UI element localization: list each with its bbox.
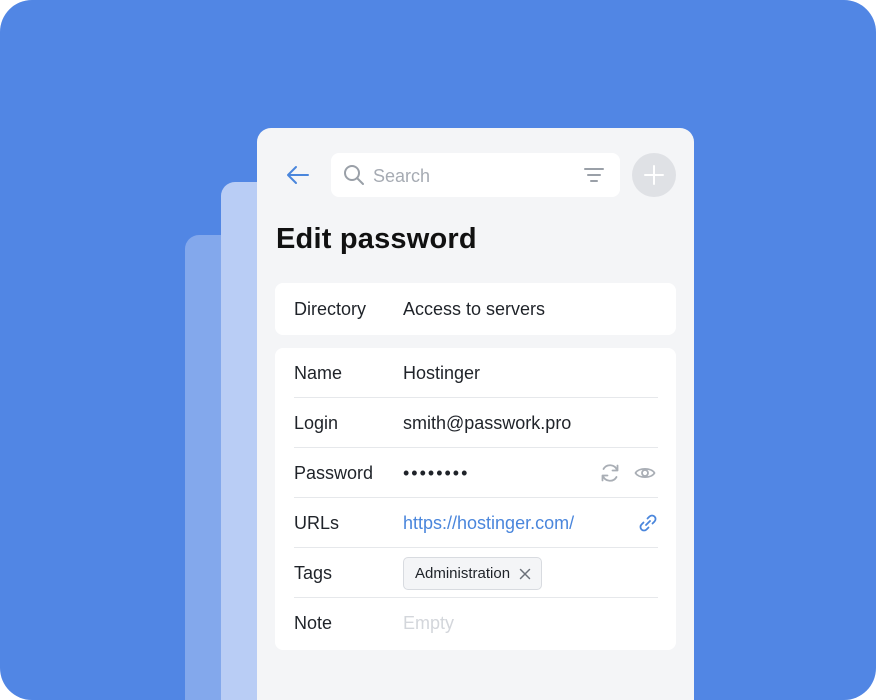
- urls-label: URLs: [294, 513, 340, 533]
- arrow-left-icon: [287, 166, 309, 184]
- directory-box: Directory Access to servers: [275, 283, 676, 335]
- login-field[interactable]: smith@passwork.pro: [403, 398, 571, 448]
- refresh-icon[interactable]: [599, 462, 621, 484]
- url-link[interactable]: https://hostinger.com/: [403, 498, 574, 548]
- tags-label: Tags: [294, 563, 333, 583]
- edit-password-card: Edit password Directory Access to server…: [257, 128, 694, 700]
- back-button[interactable]: [283, 160, 313, 190]
- plus-icon: [644, 165, 664, 185]
- fields-box: Name Hostinger Login smith@passwork.pro …: [275, 348, 676, 650]
- tag-chip[interactable]: Administration: [403, 557, 543, 590]
- name-row: Name Hostinger: [275, 348, 676, 398]
- add-button[interactable]: [632, 153, 676, 197]
- note-row: Note Empty: [275, 598, 676, 648]
- note-label: Note: [294, 613, 333, 633]
- password-label: Password: [294, 463, 374, 483]
- directory-value[interactable]: Access to servers: [403, 284, 545, 334]
- password-row: Password ••••••••: [275, 448, 676, 498]
- password-field[interactable]: ••••••••: [403, 448, 469, 498]
- search-bar: [331, 153, 620, 197]
- filter-icon[interactable]: [583, 164, 605, 186]
- note-field[interactable]: Empty: [403, 598, 454, 648]
- login-label: Login: [294, 413, 339, 433]
- link-icon[interactable]: [637, 512, 659, 534]
- login-row: Login smith@passwork.pro: [275, 398, 676, 448]
- tags-row: Tags Administration: [275, 548, 676, 598]
- background-panel: Edit password Directory Access to server…: [0, 0, 876, 700]
- close-icon[interactable]: [519, 568, 531, 580]
- directory-row[interactable]: Directory Access to servers: [275, 284, 676, 334]
- urls-row: URLs https://hostinger.com/: [275, 498, 676, 548]
- name-label: Name: [294, 363, 343, 383]
- directory-label: Directory: [294, 299, 367, 319]
- eye-icon[interactable]: [634, 462, 656, 484]
- search-icon: [344, 165, 364, 185]
- name-field[interactable]: Hostinger: [403, 348, 480, 398]
- tag-label: Administration: [415, 565, 511, 582]
- search-input[interactable]: [371, 161, 575, 191]
- page-title: Edit password: [276, 223, 477, 255]
